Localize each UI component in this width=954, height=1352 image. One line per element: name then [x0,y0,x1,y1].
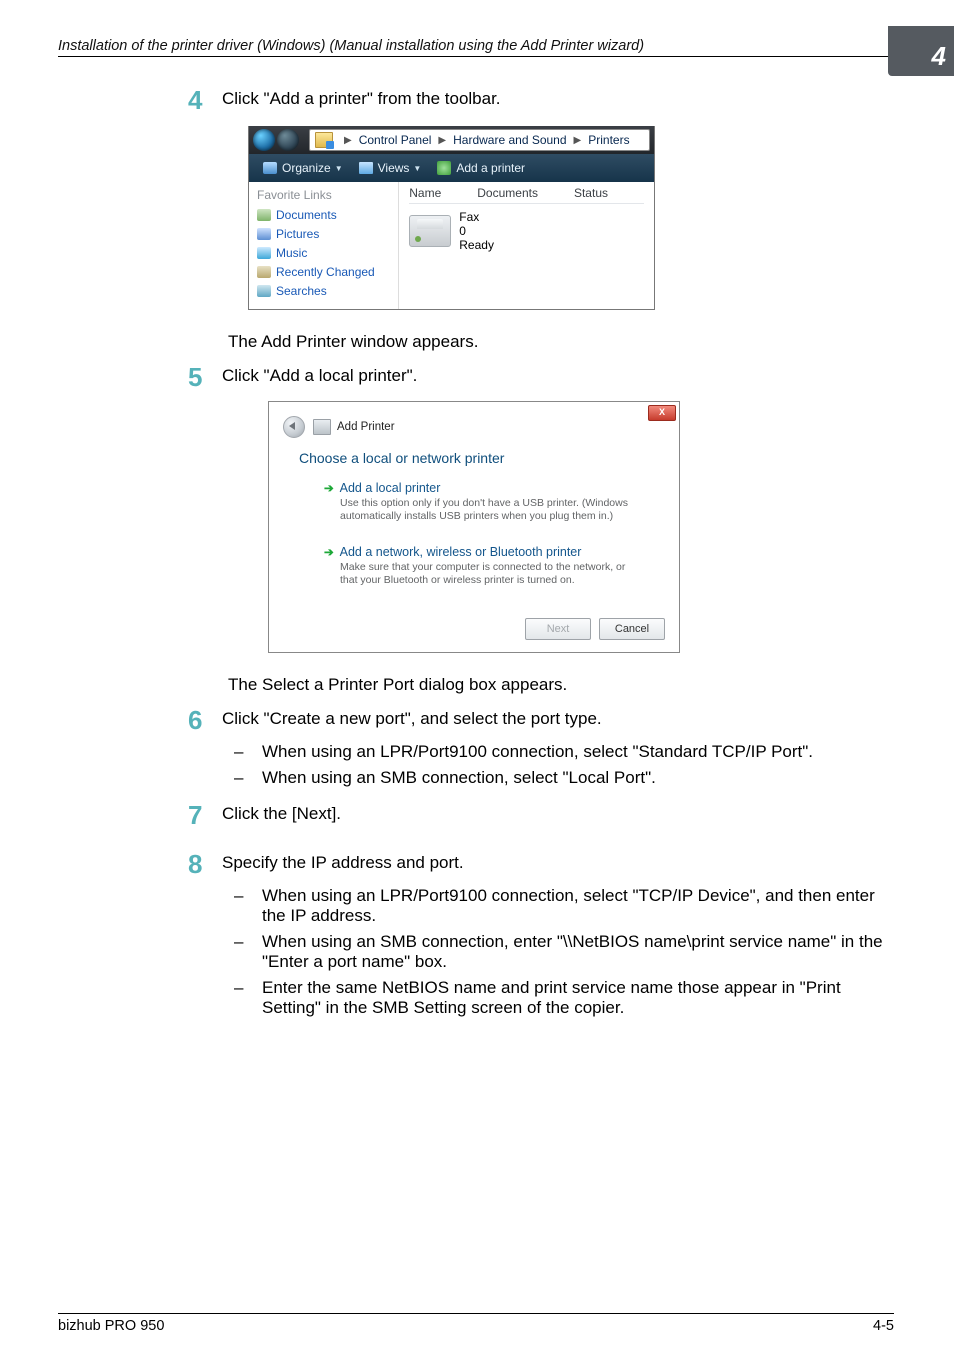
sidebar-item-label: Music [276,246,307,260]
step-8-bullet-2: When using an SMB connection, enter "\\N… [262,932,894,972]
fax-printer-icon [409,215,451,247]
fax-name: Fax [459,210,479,224]
views-button[interactable]: Views▼ [351,161,430,175]
col-status[interactable]: Status [574,186,608,200]
fax-status: Ready [459,238,494,252]
arrow-right-icon: ➔ [324,483,334,495]
dialog-subtitle: Choose a local or network printer [299,450,657,466]
organize-icon [263,162,277,174]
toolbar: Organize▼ Views▼ Add a printer [249,154,654,182]
step-8-bullet-3: Enter the same NetBIOS name and print se… [262,978,894,1018]
step-4-text: Click "Add a printer" from the toolbar. [222,85,501,109]
chapter-tab: 4 [888,26,954,76]
forward-button[interactable] [277,129,299,151]
bullet-dash: – [228,978,262,1018]
step-5-number: 5 [188,362,222,393]
crumb-hardware[interactable]: Hardware and Sound [448,133,571,147]
arrow-right-icon: ➔ [324,547,334,559]
bullet-dash: – [228,768,262,788]
option-local-printer[interactable]: ➔ Add a local printer Use this option onl… [315,474,649,530]
views-icon [359,162,373,174]
bullet-dash: – [228,742,262,762]
step-6-number: 6 [188,705,222,736]
sidebar-item-label: Pictures [276,227,319,241]
sidebar-item-music[interactable]: Music [257,246,390,260]
paragraph-after-ss1: The Add Printer window appears. [228,332,894,352]
pictures-icon [257,228,271,240]
option-network-printer[interactable]: ➔ Add a network, wireless or Bluetooth pr… [315,538,649,594]
option-network-title: Add a network, wireless or Bluetooth pri… [340,545,582,559]
sidebar-item-documents[interactable]: Documents [257,208,390,222]
step-6-bullet-1: When using an LPR/Port9100 connection, s… [262,742,894,762]
option-local-title: Add a local printer [340,481,441,495]
option-local-desc: Use this option only if you don't have a… [324,497,640,523]
chevron-down-icon: ▼ [413,164,421,173]
printers-folder-icon [315,132,333,148]
fax-doc-count: 0 [459,224,466,238]
organize-button[interactable]: Organize ▼ [255,161,351,175]
step-6-bullet-2: When using an SMB connection, select "Lo… [262,768,894,788]
dialog-title: Add Printer [337,421,395,433]
recently-changed-icon [257,266,271,278]
printer-item-fax[interactable]: Fax 0 Ready [409,210,644,252]
favorite-links-panel: Favorite Links Documents Pictures Music … [249,182,399,309]
add-printer-window: X Add Printer Choose a local or network … [268,401,680,653]
footer-right: 4-5 [873,1318,894,1334]
nav-bar: ▶ Control Panel ▶ Hardware and Sound ▶ P… [249,126,654,154]
step-5-text: Click "Add a local printer". [222,362,417,386]
close-button[interactable]: X [648,405,676,421]
step-8-bullet-1: When using an LPR/Port9100 connection, s… [262,886,894,926]
crumb-printers[interactable]: Printers [583,133,634,147]
bullet-dash: – [228,932,262,972]
chevron-right-icon: ▶ [342,135,354,146]
list-columns: Name Documents Status [409,186,644,204]
views-label: Views [378,161,410,175]
chevron-down-icon: ▼ [335,164,343,173]
documents-icon [257,209,271,221]
add-printer-button[interactable]: Add a printer [429,161,533,175]
add-printer-icon [437,161,451,175]
explorer-window: ▶ Control Panel ▶ Hardware and Sound ▶ P… [248,126,655,310]
favorite-links-title: Favorite Links [257,188,390,202]
sidebar-item-recently-changed[interactable]: Recently Changed [257,265,390,279]
chevron-right-icon: ▶ [436,135,448,146]
step-7-number: 7 [188,800,222,831]
sidebar-item-pictures[interactable]: Pictures [257,227,390,241]
col-name[interactable]: Name [409,186,441,200]
cancel-button[interactable]: Cancel [599,618,665,640]
bullet-dash: – [228,886,262,926]
step-4-number: 4 [188,85,222,116]
add-printer-label: Add a printer [456,161,525,175]
sidebar-item-label: Recently Changed [276,265,375,279]
paragraph-after-ss2: The Select a Printer Port dialog box app… [228,675,894,695]
option-network-desc: Make sure that your computer is connecte… [324,561,640,587]
footer-left: bizhub PRO 950 [58,1318,164,1334]
sidebar-item-label: Searches [276,284,327,298]
step-8-text: Specify the IP address and port. [222,849,464,873]
crumb-control-panel[interactable]: Control Panel [354,133,437,147]
running-header: Installation of the printer driver (Wind… [58,38,894,54]
chevron-right-icon: ▶ [572,135,584,146]
step-8-number: 8 [188,849,222,880]
back-button[interactable] [253,129,275,151]
organize-label: Organize [282,161,331,175]
music-icon [257,247,271,259]
next-button[interactable]: Next [525,618,591,640]
printer-icon [313,419,331,435]
col-documents[interactable]: Documents [477,186,538,200]
sidebar-item-label: Documents [276,208,337,222]
breadcrumb[interactable]: ▶ Control Panel ▶ Hardware and Sound ▶ P… [309,129,650,151]
back-button[interactable] [283,416,305,438]
searches-icon [257,285,271,297]
step-6-text: Click "Create a new port", and select th… [222,705,602,729]
sidebar-item-searches[interactable]: Searches [257,284,390,298]
step-7-text: Click the [Next]. [222,800,341,824]
